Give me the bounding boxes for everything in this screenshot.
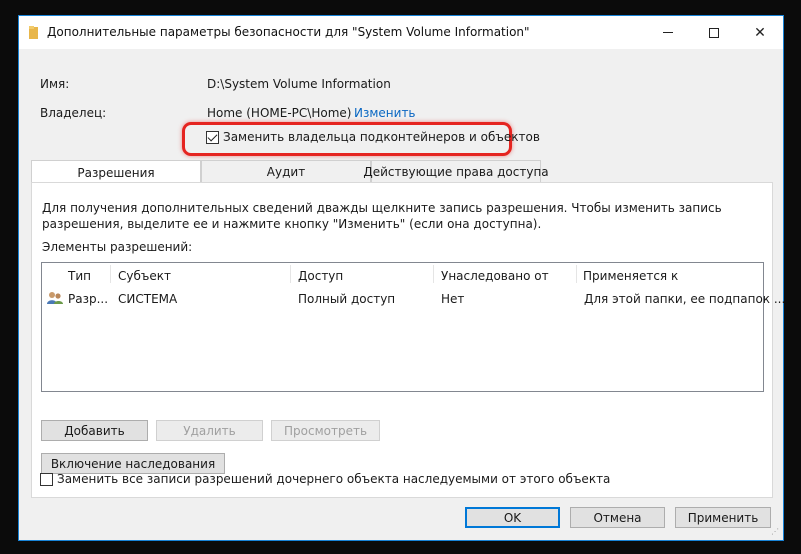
maximize-icon: [709, 27, 719, 38]
tab-audit[interactable]: Аудит: [201, 160, 371, 183]
change-owner-link[interactable]: Изменить: [354, 106, 416, 120]
cancel-button[interactable]: Отмена: [570, 507, 665, 528]
row-subject: СИСТЕМА: [118, 292, 178, 306]
maximize-button[interactable]: [691, 16, 737, 49]
replace-owner-checkbox[interactable]: [206, 131, 219, 144]
close-button[interactable]: ✕: [737, 16, 783, 49]
column-divider[interactable]: [576, 265, 577, 283]
tab-permissions[interactable]: Разрешения: [31, 160, 201, 184]
owner-value: Home (HOME-PC\Home): [207, 106, 352, 120]
permissions-description: Для получения дополнительных сведений дв…: [42, 201, 722, 231]
view-button[interactable]: Просмотреть: [271, 420, 380, 441]
permission-entries-label: Элементы разрешений:: [42, 240, 193, 254]
permissions-panel: Для получения дополнительных сведений дв…: [31, 182, 785, 498]
replace-child-permissions-label[interactable]: Заменить все записи разрешений дочернего…: [57, 472, 610, 486]
title-bar[interactable]: Дополнительные параметры безопасности дл…: [19, 16, 783, 49]
apply-button[interactable]: Применить: [675, 507, 771, 528]
name-label: Имя:: [40, 77, 70, 91]
enable-inheritance-button[interactable]: Включение наследования: [41, 453, 225, 474]
advanced-security-dialog: Дополнительные параметры безопасности дл…: [18, 15, 785, 541]
name-value: D:\System Volume Information: [207, 77, 391, 91]
add-button[interactable]: Добавить: [41, 420, 148, 441]
column-header-subject[interactable]: Субъект: [118, 269, 171, 283]
replace-owner-label[interactable]: Заменить владельца подконтейнеров и объе…: [223, 130, 540, 144]
column-header-type[interactable]: Тип: [68, 269, 91, 283]
column-divider[interactable]: [290, 265, 291, 283]
row-type: Разр...: [68, 292, 109, 306]
owner-label: Владелец:: [40, 106, 107, 120]
users-icon: [47, 292, 63, 304]
replace-child-permissions-checkbox[interactable]: [40, 473, 53, 486]
remove-button[interactable]: Удалить: [156, 420, 263, 441]
minimize-button[interactable]: [645, 16, 691, 49]
folder-icon: [29, 26, 38, 39]
minimize-icon: [663, 32, 673, 33]
column-header-applies-to[interactable]: Применяется к: [583, 269, 678, 283]
window-title: Дополнительные параметры безопасности дл…: [47, 25, 530, 39]
column-divider[interactable]: [433, 265, 434, 283]
column-header-access[interactable]: Доступ: [298, 269, 343, 283]
resize-grip-icon[interactable]: ⋰: [771, 528, 781, 538]
ok-button[interactable]: OK: [465, 507, 560, 528]
row-applies-to: Для этой папки, ее подпапок ...: [584, 292, 786, 306]
row-inherited: Нет: [441, 292, 465, 306]
column-divider[interactable]: [110, 265, 111, 283]
close-icon: ✕: [754, 24, 766, 41]
row-access: Полный доступ: [298, 292, 396, 306]
tab-effective-access[interactable]: Действующие права доступа: [363, 160, 549, 183]
permission-entries-list[interactable]: Тип Субъект Доступ Унаследовано от Приме…: [41, 262, 785, 392]
column-header-inherited[interactable]: Унаследовано от: [441, 269, 549, 283]
